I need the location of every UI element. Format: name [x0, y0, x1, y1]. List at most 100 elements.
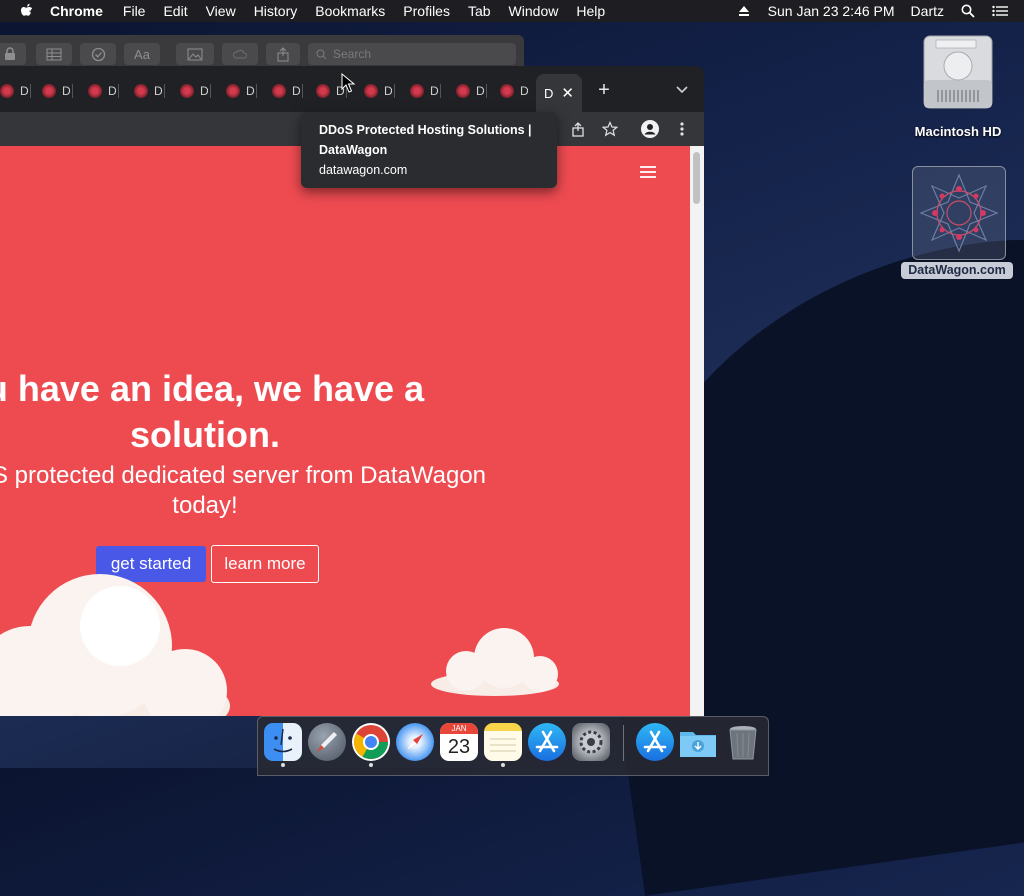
- chrome-menu-icon[interactable]: [672, 119, 692, 139]
- running-indicator: [369, 763, 373, 767]
- menu-help[interactable]: Help: [576, 3, 605, 19]
- browser-tab[interactable]: D: [364, 78, 395, 104]
- browser-tab[interactable]: D: [226, 78, 257, 104]
- calendar-day: 23: [447, 736, 471, 758]
- calendar-month: JAN: [440, 723, 478, 734]
- running-indicator: [281, 763, 285, 767]
- tab-title: D: [430, 84, 439, 98]
- system-preferences-gear-icon[interactable]: [572, 723, 610, 761]
- page-scrollbar[interactable]: [690, 146, 704, 716]
- tab-title: D: [292, 84, 301, 98]
- tab-hover-tooltip: DDoS Protected Hosting Solutions | DataW…: [301, 112, 557, 188]
- datawagon-favicon-icon: [42, 84, 56, 98]
- close-tab-icon[interactable]: ✕: [561, 84, 574, 102]
- running-indicator: [501, 763, 505, 767]
- share-icon[interactable]: [266, 43, 300, 65]
- calendar-icon[interactable]: JAN 23: [440, 723, 478, 761]
- browser-tab[interactable]: D: [456, 78, 487, 104]
- app-store-download-icon[interactable]: [636, 723, 674, 761]
- new-tab-button[interactable]: +: [594, 79, 614, 101]
- dock: JAN 23: [257, 716, 769, 776]
- menu-view[interactable]: View: [206, 3, 236, 19]
- browser-tab[interactable]: D: [272, 78, 303, 104]
- menu-user[interactable]: Dartz: [911, 3, 944, 19]
- share-icon[interactable]: [568, 119, 588, 139]
- datawagon-favicon-icon: [410, 84, 424, 98]
- search-placeholder: Search: [333, 47, 372, 61]
- format-text-button[interactable]: Aa: [124, 43, 160, 65]
- collaborate-icon[interactable]: [222, 43, 258, 65]
- trash-icon[interactable]: [724, 723, 762, 761]
- safari-icon[interactable]: [396, 723, 434, 761]
- table-icon[interactable]: [36, 43, 72, 65]
- media-icon[interactable]: [176, 43, 214, 65]
- datawagon-logo-icon: [919, 173, 999, 253]
- browser-tab[interactable]: D: [410, 78, 441, 104]
- menu-datetime[interactable]: Sun Jan 23 2:46 PM: [768, 3, 895, 19]
- notes-icon[interactable]: [484, 723, 522, 761]
- tab-title: D: [200, 84, 209, 98]
- browser-tab[interactable]: D: [0, 78, 31, 104]
- datawagon-favicon-icon: [272, 84, 286, 98]
- hard-drive-icon[interactable]: [916, 30, 1000, 114]
- chrome-icon[interactable]: [352, 723, 390, 761]
- datawagon-favicon-icon: [316, 84, 330, 98]
- tooltip-url: datawagon.com: [319, 163, 408, 177]
- launchpad-icon[interactable]: [308, 723, 346, 761]
- cloud-illustration: [0, 574, 230, 716]
- tab-title: D: [108, 84, 117, 98]
- mouse-cursor-icon: [341, 73, 355, 93]
- notification-center-icon[interactable]: [992, 3, 1008, 19]
- hard-drive-label[interactable]: Macintosh HD: [900, 124, 1016, 139]
- menu-window[interactable]: Window: [509, 3, 559, 19]
- menu-bar: Chrome File Edit View History Bookmarks …: [0, 0, 1024, 22]
- tab-title: D: [520, 84, 529, 98]
- browser-tab[interactable]: D: [134, 78, 165, 104]
- small-cloud-illustration: [431, 628, 559, 696]
- tab-title: D: [154, 84, 163, 98]
- datawagon-favicon-icon: [456, 84, 470, 98]
- hero-headline: u have an idea, we have a solution.: [0, 368, 425, 455]
- tab-title: D: [476, 84, 485, 98]
- datawagon-favicon-icon: [88, 84, 102, 98]
- profile-avatar-icon[interactable]: [640, 119, 660, 139]
- menu-file[interactable]: File: [123, 3, 146, 19]
- tab-title: D: [20, 84, 29, 98]
- finder-icon[interactable]: [264, 723, 302, 761]
- hamburger-menu-icon[interactable]: [640, 166, 656, 178]
- tab-title: D: [246, 84, 255, 98]
- chevron-down-icon[interactable]: [672, 80, 692, 100]
- eject-icon[interactable]: [736, 3, 752, 19]
- downloads-folder-icon[interactable]: [678, 723, 716, 761]
- menu-profiles[interactable]: Profiles: [403, 3, 450, 19]
- menu-history[interactable]: History: [254, 3, 298, 19]
- datawagon-favicon-icon: [180, 84, 194, 98]
- webpage-hero: u have an idea, we have a solution. a DD…: [0, 146, 690, 716]
- datawagon-favicon-icon: [0, 84, 14, 98]
- browser-tab[interactable]: D: [42, 78, 73, 104]
- datawagon-file-label[interactable]: DataWagon.com: [901, 262, 1013, 279]
- lock-icon[interactable]: [0, 43, 26, 65]
- hero-subheadline: a DDoS protected dedicated server from D…: [0, 462, 487, 519]
- dock-separator: [623, 725, 624, 761]
- spotlight-search-icon[interactable]: [960, 3, 976, 19]
- datawagon-favicon-icon: [134, 84, 148, 98]
- active-browser-tab[interactable]: D ✕: [536, 74, 582, 112]
- search-input[interactable]: Search: [308, 43, 516, 65]
- checklist-icon[interactable]: [80, 43, 116, 65]
- datawagon-favicon-icon: [500, 84, 514, 98]
- menu-edit[interactable]: Edit: [163, 3, 187, 19]
- bookmark-star-icon[interactable]: [600, 119, 620, 139]
- browser-tab[interactable]: D: [500, 78, 529, 104]
- tab-title: D: [384, 84, 393, 98]
- menu-app-name[interactable]: Chrome: [50, 3, 103, 19]
- app-store-icon[interactable]: [528, 723, 566, 761]
- datawagon-file-icon[interactable]: [912, 166, 1006, 260]
- apple-menu-icon[interactable]: [20, 3, 36, 19]
- active-tab-title: D: [544, 85, 554, 101]
- menu-bookmarks[interactable]: Bookmarks: [315, 3, 385, 19]
- browser-tab[interactable]: D: [180, 78, 211, 104]
- menu-tab[interactable]: Tab: [468, 3, 491, 19]
- browser-tab[interactable]: D: [88, 78, 119, 104]
- scrollbar-thumb[interactable]: [693, 152, 700, 204]
